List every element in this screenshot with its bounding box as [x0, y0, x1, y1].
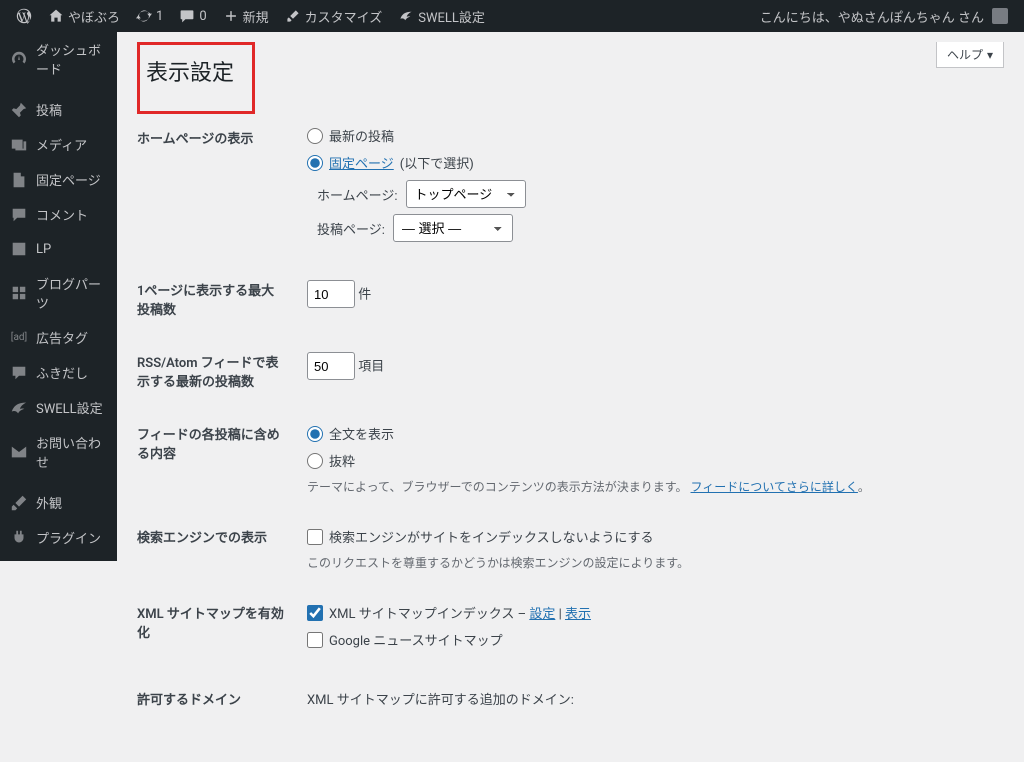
- menu-contact[interactable]: お問い合わせ: [0, 425, 117, 479]
- menu-blogparts[interactable]: ブログパーツ: [0, 266, 117, 320]
- plug-icon: [10, 529, 28, 547]
- row-seo-label: 検索エンジンでの表示: [137, 507, 297, 583]
- menu-dashboard[interactable]: ダッシュボード: [0, 32, 117, 86]
- swell-menu-icon: [10, 399, 28, 417]
- static-page-link[interactable]: 固定ページ: [329, 153, 394, 172]
- sitemap-main-label: XML サイトマップインデックス – 設定 | 表示: [329, 603, 591, 622]
- site-name-label: やぼぶろ: [68, 7, 120, 26]
- site-name[interactable]: やぼぶろ: [40, 0, 128, 32]
- seo-desc: このリクエストを尊重するかどうかは検索エンジンの設定によります。: [307, 554, 994, 571]
- noindex-label: 検索エンジンがサイトをインデックスしないようにする: [329, 527, 653, 546]
- new-content[interactable]: 新規: [215, 0, 277, 32]
- rss-count-input[interactable]: [307, 352, 355, 380]
- domains-desc: XML サイトマップに許可する追加のドメイン:: [307, 693, 574, 708]
- media-icon: [10, 136, 28, 154]
- checkbox-gnews-sitemap[interactable]: [307, 632, 323, 648]
- perpage-unit: 件: [358, 288, 371, 303]
- lp-icon: [10, 240, 28, 258]
- dashboard-icon: [10, 50, 28, 68]
- appearance-icon: [10, 494, 28, 512]
- account-greeting[interactable]: こんにちは、やぬさんぽんちゃん さん: [752, 0, 1016, 32]
- row-feed-label: フィードの各投稿に含める内容: [137, 404, 297, 507]
- chevron-down-icon: ▾: [987, 48, 993, 62]
- checkbox-noindex[interactable]: [307, 529, 323, 545]
- posts-select-label: 投稿ページ:: [317, 219, 385, 238]
- row-perpage-label: 1ページに表示する最大投稿数: [137, 260, 297, 332]
- comments-icon: [10, 206, 28, 224]
- radio-feed-full[interactable]: [307, 426, 323, 442]
- row-sitemap-label: XML サイトマップを有効化: [137, 583, 297, 669]
- menu-media[interactable]: メディア: [0, 127, 117, 162]
- brush-icon: [285, 8, 301, 24]
- home-select-label: ホームページ:: [317, 185, 398, 204]
- new-label: 新規: [243, 7, 269, 26]
- menu-lp[interactable]: LP: [0, 232, 117, 266]
- comments-count: 0: [199, 9, 206, 24]
- comments[interactable]: 0: [171, 0, 214, 32]
- swell-settings-bar[interactable]: SWELL設定: [390, 0, 493, 32]
- menu-posts[interactable]: 投稿: [0, 92, 117, 127]
- checkbox-sitemap-index[interactable]: [307, 605, 323, 621]
- row-rss-label: RSS/Atom フィードで表示する最新の投稿数: [137, 332, 297, 404]
- row-domains-label: 許可するドメイン: [137, 669, 297, 722]
- menu-pages[interactable]: 固定ページ: [0, 162, 117, 197]
- updates[interactable]: 1: [128, 0, 171, 32]
- grid-icon: [10, 284, 28, 302]
- radio-feed-summary[interactable]: [307, 453, 323, 469]
- update-icon: [136, 8, 152, 24]
- page-title-highlight: 表示設定: [137, 42, 255, 114]
- feed-full-label: 全文を表示: [329, 424, 394, 443]
- sitemap-view-link[interactable]: 表示: [565, 607, 591, 622]
- pin-icon: [10, 101, 28, 119]
- page-title: 表示設定: [146, 47, 234, 91]
- wordpress-icon: [16, 8, 32, 24]
- customize-label: カスタマイズ: [305, 7, 383, 26]
- radio-latest-posts[interactable]: [307, 128, 323, 144]
- ad-icon: [ad]: [10, 329, 28, 347]
- radio-latest-label: 最新の投稿: [329, 126, 394, 145]
- menu-comments[interactable]: コメント: [0, 197, 117, 232]
- feed-learn-more-link[interactable]: フィードについてさらに詳しく: [691, 480, 858, 494]
- menu-swell[interactable]: SWELL設定: [0, 390, 117, 425]
- swell-label: SWELL設定: [418, 7, 485, 26]
- rss-unit: 項目: [358, 360, 384, 375]
- home-page-select[interactable]: トップページ: [406, 180, 526, 208]
- menu-plugins[interactable]: プラグイン: [0, 520, 117, 555]
- page-icon: [10, 171, 28, 189]
- avatar-icon: [992, 8, 1008, 24]
- updates-count: 1: [156, 9, 163, 24]
- mail-icon: [10, 443, 28, 461]
- gnews-label: Google ニュースサイトマップ: [329, 630, 503, 649]
- feed-desc: テーマによって、ブラウザーでのコンテンツの表示方法が決まります。 フィードについ…: [307, 478, 994, 495]
- menu-fukidashi[interactable]: ふきだし: [0, 355, 117, 390]
- customize[interactable]: カスタマイズ: [277, 0, 391, 32]
- row-homepage-label: ホームページの表示: [137, 114, 297, 260]
- static-suffix: (以下で選択): [400, 153, 474, 172]
- posts-per-page-input[interactable]: [307, 280, 355, 308]
- menu-users[interactable]: ユーザー: [0, 555, 117, 561]
- comment-icon: [179, 8, 195, 24]
- menu-appearance[interactable]: 外観: [0, 485, 117, 520]
- radio-static-page[interactable]: [307, 155, 323, 171]
- wp-logo[interactable]: [8, 0, 40, 32]
- home-icon: [48, 8, 64, 24]
- swell-icon: [398, 8, 414, 24]
- plus-icon: [223, 8, 239, 24]
- posts-page-select[interactable]: — 選択 —: [393, 214, 513, 242]
- speech-icon: [10, 364, 28, 382]
- menu-adtag[interactable]: [ad] 広告タグ: [0, 320, 117, 355]
- greeting-text: こんにちは、やぬさんぽんちゃん さん: [760, 7, 984, 26]
- help-tab[interactable]: ヘルプ ▾: [936, 42, 1004, 68]
- sitemap-settings-link[interactable]: 設定: [529, 607, 555, 622]
- feed-summary-label: 抜粋: [329, 451, 355, 470]
